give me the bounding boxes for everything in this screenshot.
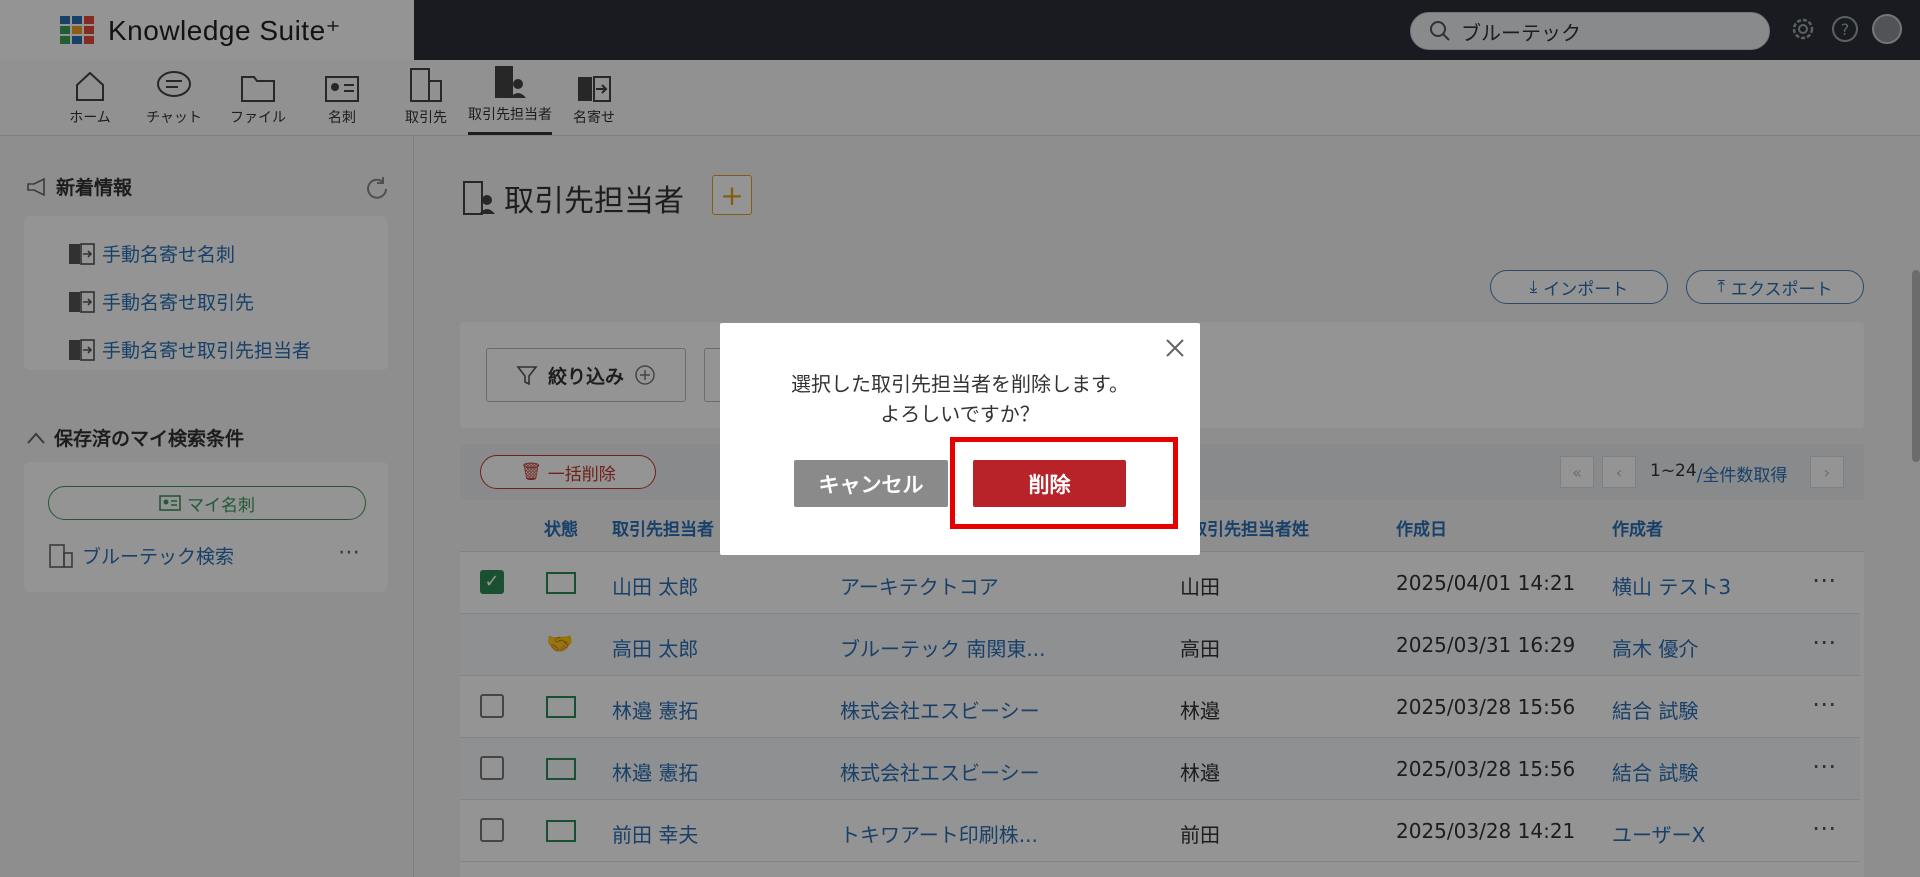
dialog-message-line2: よろしいですか？ <box>880 402 1040 426</box>
delete-button-highlight <box>950 437 1178 529</box>
close-icon[interactable] <box>1164 337 1186 359</box>
cancel-button[interactable]: キャンセル <box>794 460 948 507</box>
dialog-message: 選択した取引先担当者を削除します。 よろしいですか？ <box>720 369 1200 429</box>
dialog-message-line1: 選択した取引先担当者を削除します。 <box>791 372 1129 396</box>
